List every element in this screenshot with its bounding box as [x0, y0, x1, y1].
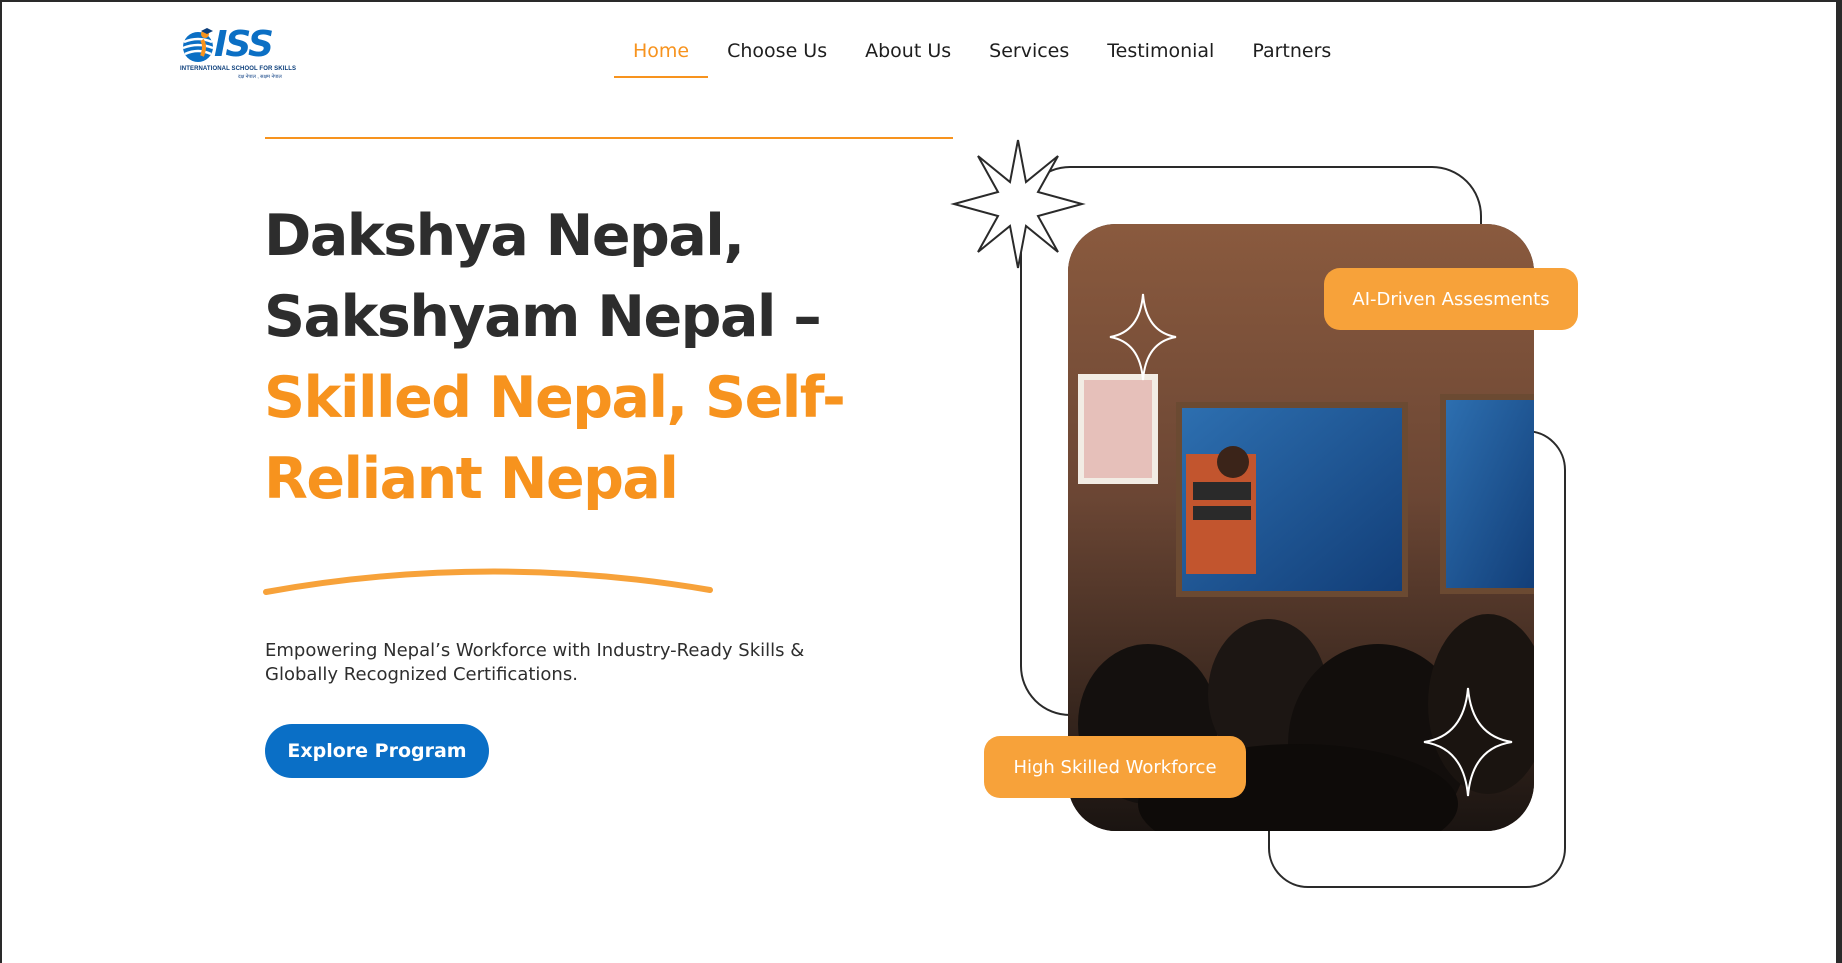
nav-item-home[interactable]: Home: [614, 36, 709, 78]
hero-top-rule: [265, 137, 953, 139]
hero-headline: Dakshya Nepal, Sakshyam Nepal – Skilled …: [264, 196, 904, 520]
site-logo[interactable]: ISS INTERNATIONAL SCHOOL FOR SKILLS दक्ष…: [180, 16, 296, 80]
logo-tagline: INTERNATIONAL SCHOOL FOR SKILLS: [180, 66, 297, 72]
main-nav: Home Choose Us About Us Services Testimo…: [614, 36, 1350, 78]
decorative-curve: [263, 568, 713, 595]
logo-subtagline: दक्ष नेपाल , सक्षम नेपाल: [238, 74, 282, 80]
nav-item-testimonial[interactable]: Testimonial: [1088, 36, 1233, 78]
sparkle-icon: [1109, 293, 1177, 381]
subtitle-line-1: Empowering Nepal’s Workforce with Indust…: [265, 640, 805, 661]
globe-icon: [182, 28, 214, 62]
eight-point-star-icon: [950, 139, 1086, 269]
headline-line-4: Reliant Nepal: [264, 446, 679, 512]
skilled-workforce-badge: High Skilled Workforce: [984, 736, 1246, 798]
nav-item-services[interactable]: Services: [970, 36, 1088, 78]
logo-wordmark: ISS: [214, 24, 274, 65]
explore-program-button[interactable]: Explore Program: [265, 724, 489, 778]
headline-line-3: Skilled Nepal, Self-: [264, 365, 846, 431]
nav-item-partners[interactable]: Partners: [1233, 36, 1350, 78]
ai-assessments-badge: AI-Driven Assesments: [1324, 268, 1578, 330]
subtitle-line-2: Globally Recognized Certifications.: [265, 664, 578, 685]
nav-item-choose-us[interactable]: Choose Us: [708, 36, 846, 78]
nav-item-about-us[interactable]: About Us: [846, 36, 970, 78]
hero-subtitle: Empowering Nepal’s Workforce with Indust…: [265, 639, 885, 687]
sparkle-icon-large: [1423, 687, 1513, 797]
headline-line-1: Dakshya Nepal,: [264, 203, 745, 269]
headline-line-2: Sakshyam Nepal –: [264, 284, 822, 350]
